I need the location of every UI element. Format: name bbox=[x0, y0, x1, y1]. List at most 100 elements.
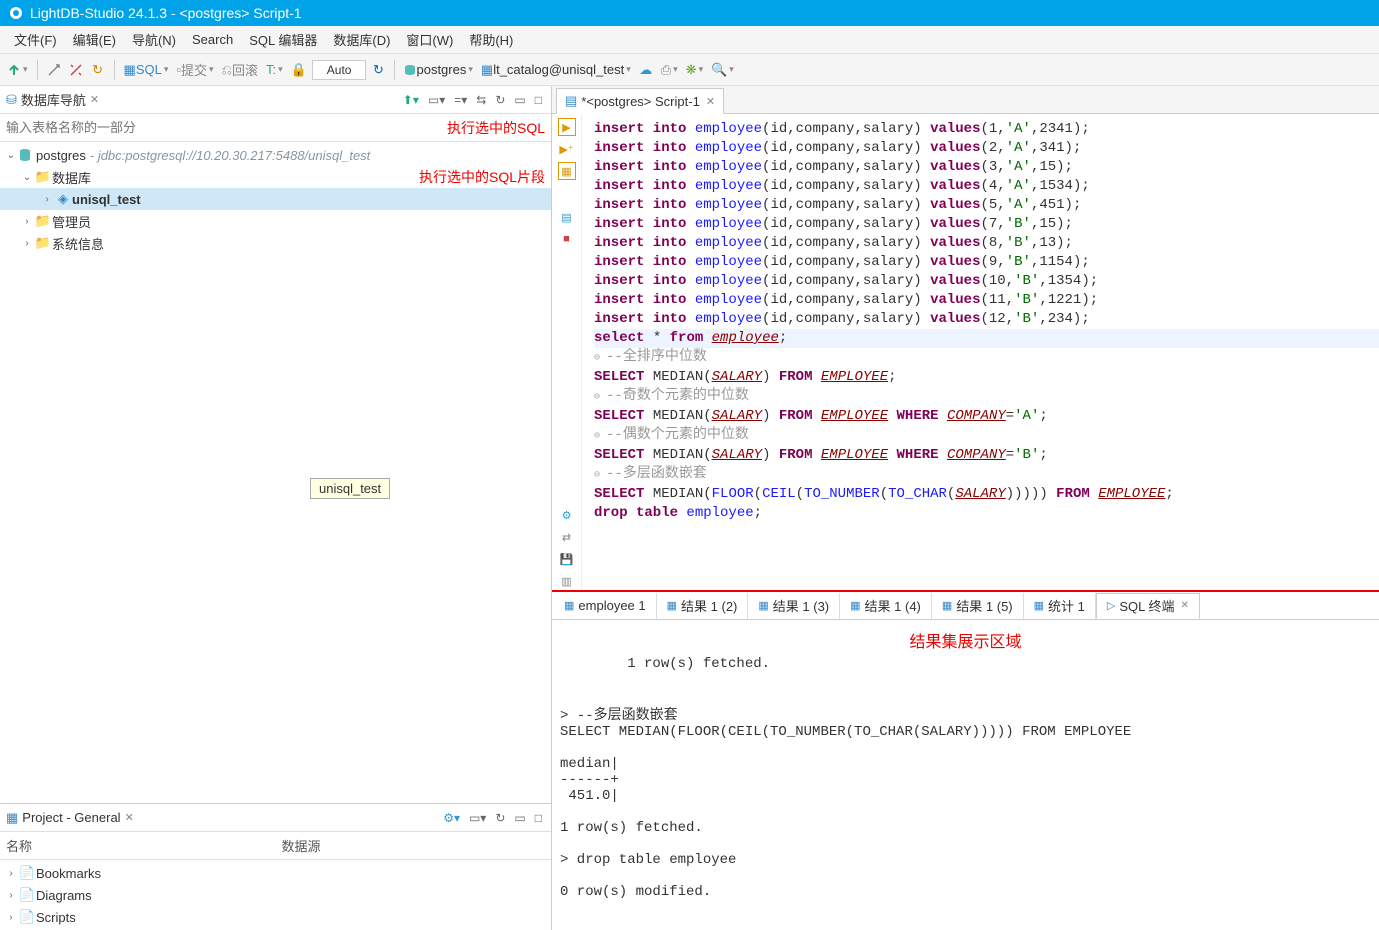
close-tab-icon[interactable]: ✕ bbox=[706, 95, 715, 108]
project-item-bookmarks[interactable]: ›📄 Bookmarks bbox=[0, 862, 551, 884]
tree-connection-root[interactable]: ⌄ postgres - jdbc:postgresql://10.20.30.… bbox=[0, 144, 551, 166]
stop-execution-icon[interactable]: ■ bbox=[558, 230, 576, 248]
menu-window[interactable]: 窗口(W) bbox=[398, 26, 461, 53]
sql-editor[interactable]: insert into employee(id,company,salary) … bbox=[582, 114, 1379, 590]
annotation-execute-sql-fragment: 执行选中的SQL片段 bbox=[419, 167, 545, 187]
catalog-label: lt_catalog@unisql_test bbox=[493, 62, 624, 77]
search-icon[interactable]: 🔍 bbox=[708, 58, 737, 82]
project-col-name: 名称 bbox=[0, 832, 276, 859]
navigator-filter-input[interactable] bbox=[6, 120, 447, 135]
maximize-icon[interactable]: □ bbox=[532, 91, 545, 109]
project-view-icon[interactable]: ▭▾ bbox=[466, 809, 489, 827]
tree-root-label: postgres bbox=[36, 148, 86, 163]
connection-select[interactable]: postgres bbox=[401, 58, 475, 82]
annotation-execute-sql: 执行选中的SQL bbox=[447, 118, 545, 138]
project-pane: ▦ Project - General ✕ ⚙▾ ▭▾ ↻ ▭ □ 名称 数据源… bbox=[0, 803, 551, 930]
refresh-nav-icon[interactable]: ↻ bbox=[492, 91, 508, 109]
connect-button[interactable] bbox=[44, 58, 64, 82]
new-connection-button[interactable] bbox=[4, 58, 31, 82]
close-result-tab-icon[interactable]: ✕ bbox=[1181, 600, 1189, 611]
result-tab-stats[interactable]: ▦统计 1 bbox=[1024, 593, 1096, 619]
panel-icon[interactable]: ▥ bbox=[558, 572, 576, 590]
project-refresh-icon[interactable]: ↻ bbox=[492, 809, 508, 827]
close-project-icon[interactable]: ✕ bbox=[125, 811, 134, 824]
result-tab-5[interactable]: ▦结果 1 (5) bbox=[932, 593, 1024, 619]
project-title: Project - General bbox=[22, 810, 120, 825]
menu-edit[interactable]: 编辑(E) bbox=[65, 26, 124, 53]
project-column-headers: 名称 数据源 bbox=[0, 832, 551, 860]
window-title: LightDB-Studio 24.1.3 - <postgres> Scrip… bbox=[30, 5, 302, 21]
reconnect-button[interactable]: ↻ bbox=[88, 58, 108, 82]
result-tab-label: SQL 终端 bbox=[1119, 596, 1174, 615]
explain-plan-icon[interactable]: ▤ bbox=[558, 208, 576, 226]
minimize-icon[interactable]: ▭ bbox=[511, 91, 528, 109]
export-icon[interactable]: ⎙ bbox=[658, 58, 681, 82]
collapse-icon[interactable]: ⇆ bbox=[473, 91, 489, 109]
result-tab-label: 统计 1 bbox=[1048, 596, 1085, 615]
sql-editor-button[interactable]: ▦ SQL bbox=[121, 58, 172, 82]
app-logo-icon bbox=[8, 5, 24, 21]
tree-folder-label: 数据库 bbox=[52, 168, 91, 187]
lock-icon[interactable]: 🔒 bbox=[288, 58, 310, 82]
result-tab-sql-terminal[interactable]: ▷SQL 终端✕ bbox=[1096, 593, 1200, 619]
connection-label: postgres bbox=[416, 62, 466, 77]
result-tab-label: 结果 1 (2) bbox=[681, 596, 737, 615]
project-col-datasource: 数据源 bbox=[276, 832, 552, 859]
toolbar-separator bbox=[37, 60, 38, 80]
close-view-icon[interactable]: ✕ bbox=[90, 93, 99, 106]
result-tab-2[interactable]: ▦结果 1 (2) bbox=[657, 593, 749, 619]
disconnect-button[interactable] bbox=[66, 58, 86, 82]
refresh-button[interactable]: ↻ bbox=[368, 58, 388, 82]
project-tree[interactable]: ›📄 Bookmarks ›📄 Diagrams ›📄 Scripts bbox=[0, 860, 551, 930]
result-output[interactable]: 结果集展示区域 1 row(s) fetched. > --多层函数嵌套 SEL… bbox=[552, 620, 1379, 930]
execute-button[interactable]: ▶ bbox=[558, 118, 576, 136]
catalog-select[interactable]: ▦ lt_catalog@unisql_test bbox=[478, 58, 634, 82]
editor-tabstrip: ▤ *<postgres> Script-1 ✕ bbox=[552, 86, 1379, 114]
result-text: 1 row(s) fetched. > --多层函数嵌套 SELECT MEDI… bbox=[560, 656, 1131, 900]
commit-button[interactable]: ▫ 提交 bbox=[173, 58, 216, 82]
dashboard-icon[interactable]: ☁ bbox=[636, 58, 656, 82]
toolbar-separator bbox=[114, 60, 115, 80]
new-conn-icon[interactable]: ⬆▾ bbox=[400, 91, 422, 109]
menu-navigate[interactable]: 导航(N) bbox=[124, 26, 184, 53]
view-mode-icon[interactable]: ▭▾ bbox=[425, 91, 448, 109]
commit-button-label: 提交 bbox=[181, 60, 207, 79]
rollback-button[interactable]: ⎌ 回滚 bbox=[219, 58, 261, 82]
menu-file[interactable]: 文件(F) bbox=[6, 26, 65, 53]
navigator-tree[interactable]: ⌄ postgres - jdbc:postgresql://10.20.30.… bbox=[0, 142, 551, 803]
tree-folder-sysinfo[interactable]: › 📁 系统信息 bbox=[0, 232, 551, 254]
filter-icon[interactable]: =▾ bbox=[451, 91, 470, 109]
tree-folder-label: 系统信息 bbox=[52, 234, 104, 253]
auto-commit-select[interactable]: Auto bbox=[312, 60, 367, 80]
tree-folder-admin[interactable]: › 📁 管理员 bbox=[0, 210, 551, 232]
settings-icon[interactable]: ⚙ bbox=[558, 506, 576, 524]
result-tab-employee1[interactable]: ▦employee 1 bbox=[554, 593, 657, 619]
project-maximize-icon[interactable]: □ bbox=[532, 809, 545, 827]
project-settings-icon[interactable]: ⚙▾ bbox=[440, 809, 463, 827]
project-item-diagrams[interactable]: ›📄 Diagrams bbox=[0, 884, 551, 906]
menu-help[interactable]: 帮助(H) bbox=[461, 26, 521, 53]
execute-script-button[interactable]: ▦ bbox=[558, 162, 576, 180]
rollback-button-label: 回滚 bbox=[232, 60, 258, 79]
main-toolbar: ↻ ▦ SQL ▫ 提交 ⎌ 回滚 T: 🔒 Auto ↻ postgres ▦… bbox=[0, 54, 1379, 86]
result-tab-label: 结果 1 (4) bbox=[865, 596, 921, 615]
navigator-title: 数据库导航 bbox=[21, 90, 86, 109]
navigator-icon: ⛁ bbox=[6, 92, 17, 108]
menu-search[interactable]: Search bbox=[184, 28, 241, 51]
menu-sql-editor[interactable]: SQL 编辑器 bbox=[241, 26, 325, 53]
tree-connection-string: - jdbc:postgresql://10.20.30.217:5488/un… bbox=[90, 148, 370, 163]
editor-tab-script1[interactable]: ▤ *<postgres> Script-1 ✕ bbox=[556, 88, 724, 114]
project-minimize-icon[interactable]: ▭ bbox=[511, 809, 528, 827]
result-tab-3[interactable]: ▦结果 1 (3) bbox=[748, 593, 840, 619]
link-icon[interactable]: ⇄ bbox=[558, 528, 576, 546]
tree-folder-databases[interactable]: ⌄ 📁 数据库 执行选中的SQL片段 bbox=[0, 166, 551, 188]
save-icon[interactable]: 💾 bbox=[558, 550, 576, 568]
tx-mode-button[interactable]: T: bbox=[263, 58, 286, 82]
execute-fragment-button[interactable]: ▶⁺ bbox=[558, 140, 576, 158]
menu-database[interactable]: 数据库(D) bbox=[325, 26, 398, 53]
result-tab-4[interactable]: ▦结果 1 (4) bbox=[840, 593, 932, 619]
stop-icon[interactable]: ❋ bbox=[683, 58, 706, 82]
tree-schema-unisql-test[interactable]: › ◈ unisql_test bbox=[0, 188, 551, 210]
project-item-scripts[interactable]: ›📄 Scripts bbox=[0, 906, 551, 928]
tree-tooltip: unisql_test bbox=[310, 478, 390, 499]
